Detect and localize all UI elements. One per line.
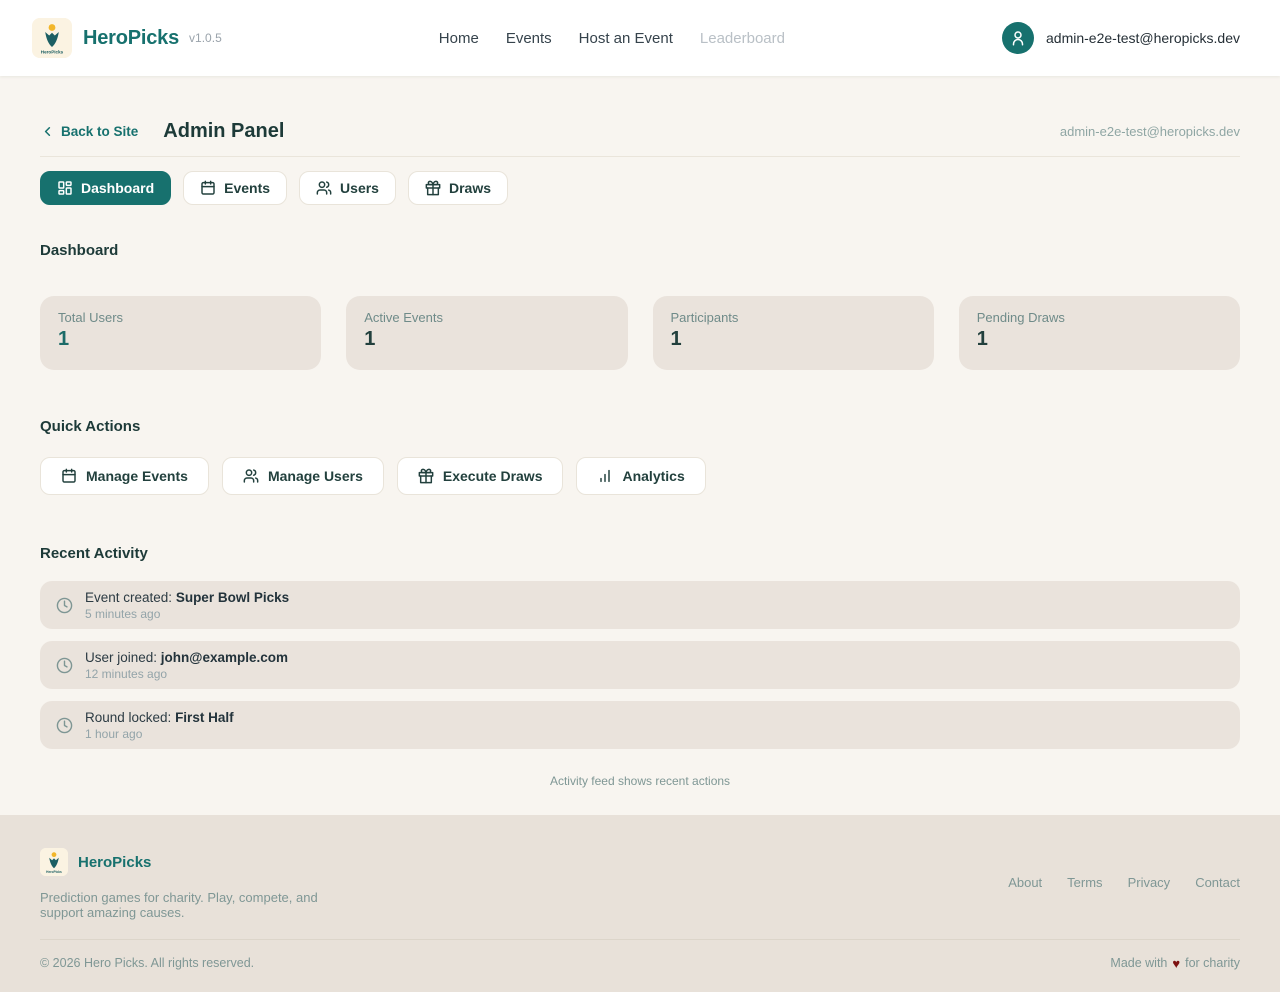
stats-grid: Total Users 1 Active Events 1 Participan… [40,296,1240,370]
admin-email: admin-e2e-test@heropicks.dev [1060,124,1240,139]
made-with-text: Made with ♥ for charity [1110,956,1240,971]
back-to-site-link[interactable]: Back to Site [40,124,138,139]
activity-content: Round locked: First Half 1 hour ago [85,710,234,741]
svg-text:HeroPicks: HeroPicks [41,50,64,55]
clock-icon [56,717,73,734]
footer-link-about[interactable]: About [1008,875,1042,921]
activity-highlight: john@example.com [161,650,288,665]
stat-label: Total Users [58,310,303,325]
copyright-text: © 2026 Hero Picks. All rights reserved. [40,956,254,971]
footer-links: About Terms Privacy Contact [1008,875,1240,921]
calendar-icon [200,180,216,196]
stat-card-participants: Participants 1 [653,296,934,370]
page-title: Admin Panel [163,120,284,143]
heart-icon: ♥ [1172,956,1180,971]
footer-top: HeroPicks HeroPicks Prediction games for… [40,848,1240,921]
footer-brand[interactable]: HeroPicks HeroPicks [40,848,325,876]
stat-card-pending-draws: Pending Draws 1 [959,296,1240,370]
activity-caption: Activity feed shows recent actions [40,774,1240,788]
nav-home[interactable]: Home [439,30,479,47]
users-icon [243,468,259,484]
nav-events[interactable]: Events [506,30,552,47]
activity-highlight: First Half [175,710,234,725]
brand-logo[interactable]: HeroPicks HeroPicks v1.0.5 [32,18,222,58]
stat-value: 1 [671,328,916,351]
stat-value: 1 [58,328,303,351]
activity-list: Event created: Super Bowl Picks 5 minute… [40,581,1240,749]
tab-draws[interactable]: Draws [408,171,508,205]
footer-link-privacy[interactable]: Privacy [1128,875,1171,921]
activity-time: 1 hour ago [85,727,234,741]
gift-icon [425,180,441,196]
recent-activity-heading: Recent Activity [40,545,1240,562]
activity-text: Round locked: First Half [85,710,234,725]
activity-item: User joined: john@example.com 12 minutes… [40,641,1240,689]
clock-icon [56,657,73,674]
nav-leaderboard[interactable]: Leaderboard [700,30,785,47]
main-nav: Home Events Host an Event Leaderboard [439,30,785,47]
bar-chart-icon [597,468,613,484]
footer-link-contact[interactable]: Contact [1195,875,1240,921]
stat-label: Pending Draws [977,310,1222,325]
tab-users[interactable]: Users [299,171,396,205]
heropicks-logo-icon: HeroPicks [32,18,72,58]
clock-icon [56,597,73,614]
execute-draws-button[interactable]: Execute Draws [397,457,564,495]
chevron-left-icon [40,124,55,139]
brand-name: HeroPicks [83,27,179,50]
admin-tabs: Dashboard Events Users Draws [40,171,1240,205]
activity-text: User joined: john@example.com [85,650,288,665]
activity-content: User joined: john@example.com 12 minutes… [85,650,288,681]
site-footer: HeroPicks HeroPicks Prediction games for… [0,815,1280,992]
admin-bar-divider [40,156,1240,157]
activity-time: 5 minutes ago [85,607,289,621]
heropicks-logo-icon: HeroPicks [40,848,68,876]
manage-users-button[interactable]: Manage Users [222,457,384,495]
users-icon [316,180,332,196]
activity-text: Event created: Super Bowl Picks [85,590,289,605]
stat-value: 1 [977,328,1222,351]
user-chip: admin-e2e-test@heropicks.dev [1002,22,1240,54]
user-icon [1009,29,1027,47]
app-header: HeroPicks HeroPicks v1.0.5 Home Events H… [0,0,1280,76]
version-label: v1.0.5 [189,31,222,45]
stat-label: Participants [671,310,916,325]
analytics-button[interactable]: Analytics [576,457,705,495]
dashboard-heading: Dashboard [40,242,1240,259]
calendar-icon [61,468,77,484]
activity-content: Event created: Super Bowl Picks 5 minute… [85,590,289,621]
activity-time: 12 minutes ago [85,667,288,681]
footer-left: HeroPicks HeroPicks Prediction games for… [40,848,325,921]
manage-events-button[interactable]: Manage Events [40,457,209,495]
activity-highlight: Super Bowl Picks [176,590,289,605]
nav-host-an-event[interactable]: Host an Event [579,30,673,47]
footer-bottom: © 2026 Hero Picks. All rights reserved. … [40,940,1240,971]
stat-card-active-events: Active Events 1 [346,296,627,370]
tab-events[interactable]: Events [183,171,287,205]
stat-label: Active Events [364,310,609,325]
activity-item: Event created: Super Bowl Picks 5 minute… [40,581,1240,629]
footer-brand-name: HeroPicks [78,854,151,871]
quick-actions-row: Manage Events Manage Users Execute Draws… [40,457,1240,495]
stat-value: 1 [364,328,609,351]
stat-card-total-users: Total Users 1 [40,296,321,370]
svg-text:HeroPicks: HeroPicks [46,870,62,874]
footer-link-terms[interactable]: Terms [1067,875,1102,921]
quick-actions-heading: Quick Actions [40,418,1240,435]
footer-tagline: Prediction games for charity. Play, comp… [40,890,325,921]
user-email: admin-e2e-test@heropicks.dev [1046,30,1240,46]
user-avatar[interactable] [1002,22,1034,54]
tab-dashboard[interactable]: Dashboard [40,171,171,205]
admin-bar: Back to Site Admin Panel admin-e2e-test@… [40,120,1240,143]
admin-main: Back to Site Admin Panel admin-e2e-test@… [0,76,1280,815]
dashboard-grid-icon [57,180,73,196]
activity-item: Round locked: First Half 1 hour ago [40,701,1240,749]
gift-icon [418,468,434,484]
